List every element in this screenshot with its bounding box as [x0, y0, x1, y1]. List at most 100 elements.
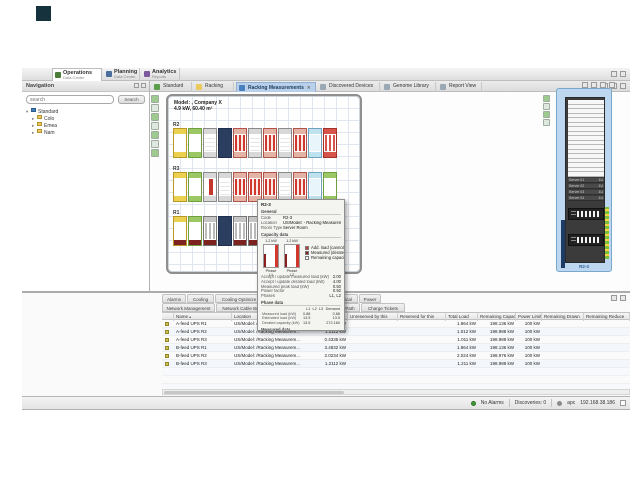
rack-panel-side-toolbar	[543, 95, 551, 127]
table-row[interactable]: A-feed UPS R2US/Model: /Racking Measurem…	[162, 328, 630, 336]
empty-table-row	[162, 368, 630, 376]
bottom-tab-cooling-optimize[interactable]: Cooling Optimize	[215, 294, 263, 303]
rack-tool-icon[interactable]	[151, 122, 159, 130]
editor-tab-racking[interactable]: Racking	[194, 82, 234, 92]
rack[interactable]	[173, 128, 187, 158]
rack[interactable]	[263, 128, 277, 158]
navigation-panel: Navigation Search StandardColoEmeaNam	[22, 81, 150, 292]
rack[interactable]	[203, 216, 217, 246]
rack[interactable]	[293, 172, 307, 202]
rack[interactable]	[233, 172, 247, 202]
front-view-icon[interactable]	[543, 95, 550, 102]
rack[interactable]	[248, 172, 262, 202]
perspective-tab-analytics[interactable]: AnalyticsReports	[142, 68, 180, 81]
table-horizontal-scrollbar[interactable]	[162, 389, 630, 395]
tree-item-root[interactable]: Standard	[22, 108, 149, 115]
bottom-tab-alarms[interactable]: Alarms	[162, 294, 186, 303]
device-status-icon	[165, 362, 169, 366]
bottom-tab-power[interactable]: Power	[359, 294, 381, 303]
maximize-panel-icon[interactable]	[620, 71, 626, 77]
panel-menu-icon[interactable]	[609, 82, 615, 88]
bottom-tab-charge-tickets[interactable]: Charge Tickets	[361, 303, 405, 312]
alarm-status-text: No Alarms	[481, 400, 504, 406]
rear-view-icon[interactable]	[543, 103, 550, 110]
panel-minimize-icon[interactable]	[611, 295, 617, 301]
rack[interactable]	[278, 128, 292, 158]
layers-icon[interactable]	[543, 111, 550, 118]
rack[interactable]	[188, 128, 202, 158]
table-row[interactable]: B-feed UPS R3US/Model: /Racking Measurem…	[162, 360, 630, 368]
rack[interactable]	[173, 216, 187, 246]
editor-tab-genome-library[interactable]: Genome Library	[382, 82, 436, 92]
rack[interactable]	[188, 216, 202, 246]
rack-server-item[interactable]: Server 041U	[568, 196, 604, 201]
rack-bottom-band	[234, 152, 246, 157]
zoom-tool-icon[interactable]	[151, 113, 159, 121]
rack-server-item[interactable]: Server 021U	[568, 184, 604, 189]
editor-tab-discovered-devices[interactable]: Discovered Devices	[318, 82, 380, 92]
bottom-tab-network-management[interactable]: Network Management	[162, 303, 215, 312]
measure-tool-icon[interactable]	[151, 149, 159, 157]
editor-tab-racking-measurements[interactable]: Racking Measurements	[236, 82, 316, 92]
search-button[interactable]: Search	[118, 95, 145, 104]
close-tab-icon[interactable]	[307, 85, 311, 90]
rack-patch-panel[interactable]	[568, 234, 604, 246]
rack[interactable]	[218, 216, 232, 246]
server-u-label: 1U	[599, 178, 603, 182]
rack[interactable]	[323, 172, 337, 202]
cell-remaining: 198.989 kW	[478, 360, 516, 368]
pdu-tool-icon[interactable]	[151, 131, 159, 139]
editor-tab-report-view[interactable]: Report View	[438, 82, 482, 92]
pan-tool-icon[interactable]	[151, 104, 159, 112]
tree-item-nam[interactable]: Nam	[22, 129, 149, 136]
navigation-search-row: Search	[22, 93, 149, 106]
rack-patch-panel[interactable]	[568, 208, 604, 220]
rack[interactable]	[218, 172, 232, 202]
rack-top-band	[324, 129, 336, 134]
rack[interactable]	[203, 128, 217, 158]
rack[interactable]	[188, 172, 202, 202]
collapse-panel-icon[interactable]	[134, 83, 139, 88]
editor-maximize-icon[interactable]	[620, 83, 626, 89]
rack[interactable]	[218, 128, 232, 158]
table-row[interactable]: A-feed UPS R3US/Model: /Racking Measurem…	[162, 336, 630, 344]
rack-elevation-panel[interactable]: Server 011UServer 021UServer 031UServer …	[556, 88, 612, 272]
cooling-tool-icon[interactable]	[151, 140, 159, 148]
rack-server-item[interactable]: Server 031U	[568, 190, 604, 195]
tree-item-emea[interactable]: Emea	[22, 122, 149, 129]
detach-panel-icon[interactable]	[141, 83, 146, 88]
rack-server-item[interactable]: Server 011U	[568, 178, 604, 183]
select-tool-icon[interactable]	[151, 95, 159, 103]
properties-icon[interactable]	[543, 119, 550, 126]
rack[interactable]	[263, 172, 277, 202]
search-input[interactable]	[26, 95, 114, 104]
table-row[interactable]: A-feed UPS R1US/Model: /Racking Measurem…	[162, 320, 630, 328]
perspective-tab-operations[interactable]: OperationsData Center	[52, 68, 102, 81]
phase-value: 1.2 kW	[263, 239, 279, 243]
rack[interactable]	[203, 172, 217, 202]
scrollbar-thumb[interactable]	[164, 391, 344, 394]
table-row[interactable]: B-feed UPS R2US/Model: /Racking Measurem…	[162, 352, 630, 360]
cell-measured: 0.4335 kW	[304, 336, 348, 344]
perspective-tab-planning[interactable]: PlanningData Center	[104, 68, 140, 81]
rack[interactable]	[173, 172, 187, 202]
minimize-panel-icon[interactable]	[611, 71, 617, 77]
rack[interactable]	[308, 172, 322, 202]
rack[interactable]	[278, 172, 292, 202]
rack[interactable]	[233, 128, 247, 158]
rack-elevation[interactable]: Server 011UServer 021UServer 031UServer …	[565, 97, 605, 263]
phase-label: Phase L1	[263, 269, 279, 277]
bottom-tab-cooling[interactable]: Cooling	[187, 294, 214, 303]
panel-maximize-icon[interactable]	[620, 295, 626, 301]
rack[interactable]	[248, 128, 262, 158]
rack[interactable]	[323, 128, 337, 158]
tree-item-colo[interactable]: Colo	[22, 115, 149, 122]
table-row[interactable]: B-feed UPS R1US/Model: /Racking Measurem…	[162, 344, 630, 352]
grid-view-icon[interactable]	[620, 400, 626, 406]
editor-tab-standard[interactable]: Standard	[152, 82, 192, 92]
navigation-panel-title: Navigation	[26, 83, 54, 89]
rack[interactable]	[233, 216, 247, 246]
rack[interactable]	[293, 128, 307, 158]
rack[interactable]	[308, 128, 322, 158]
tooltip-field-room-type: Room TypeServer Room	[261, 226, 341, 231]
